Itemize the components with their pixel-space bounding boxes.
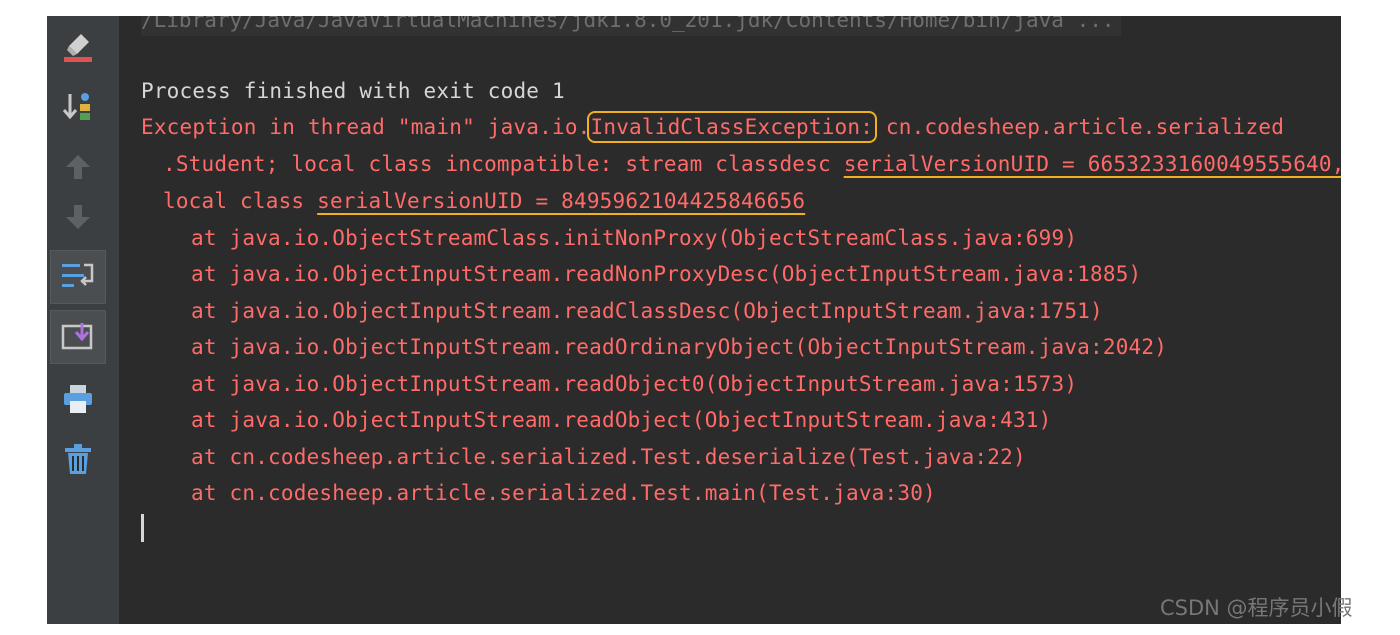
exception-message-local: local class (163, 189, 318, 213)
exception-prefix: Exception in thread "main" java.io. (141, 115, 591, 139)
stack-frame[interactable]: at java.io.ObjectInputStream.readClassDe… (191, 296, 1103, 326)
trash-icon[interactable] (50, 432, 106, 486)
local-serial-uid: serialVersionUID = 8495962104425846656 (317, 189, 806, 213)
stack-frame[interactable]: at java.io.ObjectInputStream.readNonProx… (191, 259, 1141, 289)
watermark: CSDN @程序员小假 (1160, 596, 1353, 620)
run-console-window: /Library/Java/JavaVirtualMachines/jdk1.8… (47, 16, 1341, 624)
exception-line-3: local class serialVersionUID = 849596210… (163, 186, 805, 216)
stack-frame[interactable]: at java.io.ObjectInputStream.readObject(… (191, 405, 1052, 435)
stack-frame[interactable]: at cn.codesheep.article.serialized.Test.… (191, 442, 1026, 472)
exit-message: Process finished with exit code 1 (141, 79, 565, 103)
stack-frame[interactable]: at java.io.ObjectInputStream.readOrdinar… (191, 332, 1167, 362)
sort-icon[interactable] (50, 80, 106, 134)
text-cursor (141, 514, 144, 542)
exception-line-1: Exception in thread "main" java.io.Inval… (141, 111, 1285, 143)
stack-frame[interactable]: at java.io.ObjectStreamClass.initNonProx… (191, 223, 1077, 253)
scroll-to-end-icon[interactable] (50, 310, 106, 364)
stream-serial-uid: serialVersionUID = 6653233160049555640, (843, 152, 1341, 176)
soft-wrap-icon[interactable] (50, 250, 106, 304)
down-arrow-icon[interactable] (50, 190, 106, 244)
console-output[interactable]: /Library/Java/JavaVirtualMachines/jdk1.8… (141, 16, 1341, 624)
up-arrow-icon[interactable] (50, 140, 106, 194)
exception-line-2: .Student; local class incompatible: stre… (163, 149, 1341, 179)
exception-class: cn.codesheep.article.serialized (873, 115, 1285, 139)
stack-frame[interactable]: at cn.codesheep.article.serialized.Test.… (191, 478, 936, 508)
print-icon[interactable] (50, 372, 106, 426)
exception-message: .Student; local class incompatible: stre… (163, 152, 844, 176)
stack-frame[interactable]: at java.io.ObjectInputStream.readObject0… (191, 369, 1077, 399)
exception-type: InvalidClassException: (586, 111, 878, 143)
console-toolbar (47, 16, 119, 624)
clear-all-icon[interactable] (50, 20, 106, 74)
run-command: /Library/Java/JavaVirtualMachines/jdk1.8… (141, 16, 1121, 36)
